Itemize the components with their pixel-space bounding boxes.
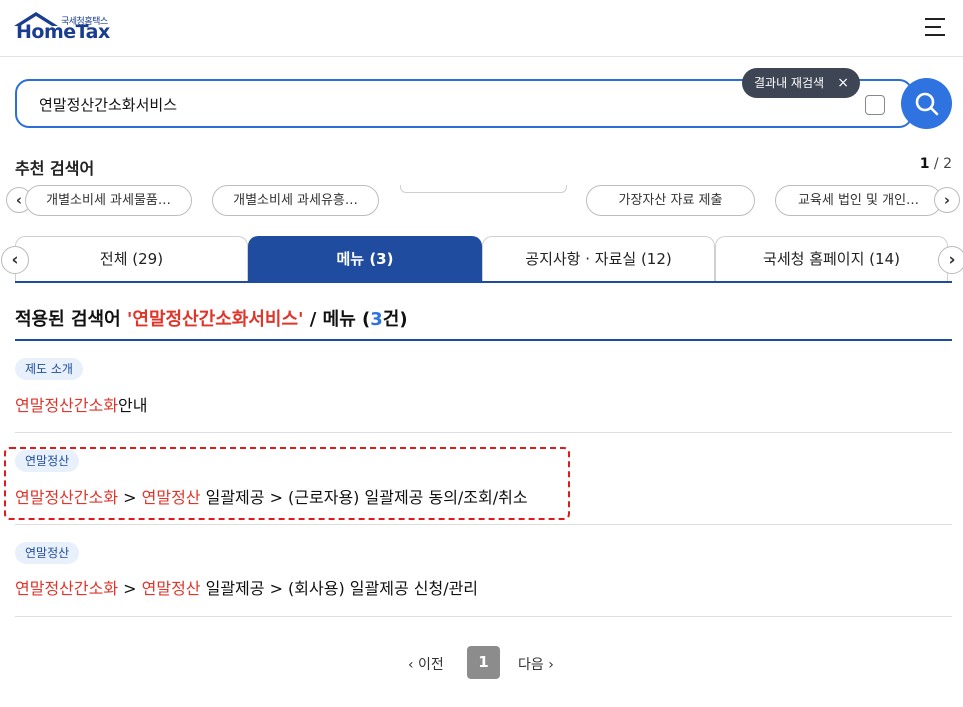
recommended-keywords-title: 추천 검색어 (15, 159, 95, 178)
tabs-next-button[interactable]: › (938, 246, 963, 274)
recommend-chip[interactable]: 개별소비세 과세물품… (25, 185, 192, 216)
result-link[interactable]: 연말정산간소화안내 (15, 392, 148, 416)
tab-menu[interactable]: 메뉴 (3) (248, 236, 482, 282)
recommend-chip[interactable]: 개별소비세 과세유흥… (212, 185, 379, 216)
pagination: ‹ 이전 1 다음 › (0, 646, 963, 680)
logo-title: HomeTax (16, 21, 110, 43)
page-number-current[interactable]: 1 (467, 646, 500, 679)
result-item: 제도 소개 연말정산간소화안내 (15, 341, 952, 433)
tab-nts-homepage[interactable]: 국세청 홈페이지 (14) (715, 236, 948, 282)
search-icon (915, 92, 939, 116)
result-tabs: 전체 (29) 메뉴 (3) 공지사항 · 자료실 (12) 국세청 홈페이지 … (15, 236, 948, 282)
hamburger-menu-icon[interactable] (921, 15, 949, 39)
recommend-chip-placeholder (400, 185, 567, 193)
research-within-checkbox[interactable] (865, 95, 885, 115)
result-item: 연말정산 연말정산간소화 > 연말정산 일괄제공 > (회사용) 일괄제공 신청… (15, 525, 952, 617)
result-summary-heading: 적용된 검색어 '연말정산간소화서비스' / 메뉴 (3건) (15, 309, 408, 330)
tooltip-close-icon[interactable]: × (837, 68, 849, 98)
hometax-logo[interactable]: 국세청홈택스 HomeTax (14, 11, 114, 45)
tab-all[interactable]: 전체 (29) (15, 236, 248, 282)
tabs-prev-button[interactable]: ‹ (1, 246, 29, 274)
recommended-page-indicator: 1 / 2 (919, 156, 952, 172)
search-button[interactable] (901, 78, 952, 129)
result-link[interactable]: 연말정산간소화 > 연말정산 일괄제공 > (회사용) 일괄제공 신청/관리 (15, 575, 478, 599)
recommend-chip[interactable]: 가장자산 자료 제출 (586, 185, 755, 216)
top-header: 국세청홈택스 HomeTax (0, 0, 963, 57)
next-page-button[interactable]: 다음 › (518, 654, 554, 674)
category-badge: 연말정산 (15, 542, 80, 564)
recommend-next-button[interactable]: › (934, 187, 960, 213)
research-within-tooltip: 결과내 재검색 × (742, 68, 860, 98)
tabs-divider (15, 281, 952, 283)
search-query-text[interactable]: 연말정산간소화서비스 (39, 94, 177, 115)
tooltip-label: 결과내 재검색 (754, 76, 825, 90)
prev-page-button[interactable]: ‹ 이전 (408, 654, 444, 674)
highlight-annotation-box (4, 447, 570, 520)
category-badge: 제도 소개 (15, 358, 83, 380)
recommend-chip[interactable]: 교육세 법인 및 개인… (775, 185, 942, 216)
tab-notices[interactable]: 공지사항 · 자료실 (12) (482, 236, 715, 282)
